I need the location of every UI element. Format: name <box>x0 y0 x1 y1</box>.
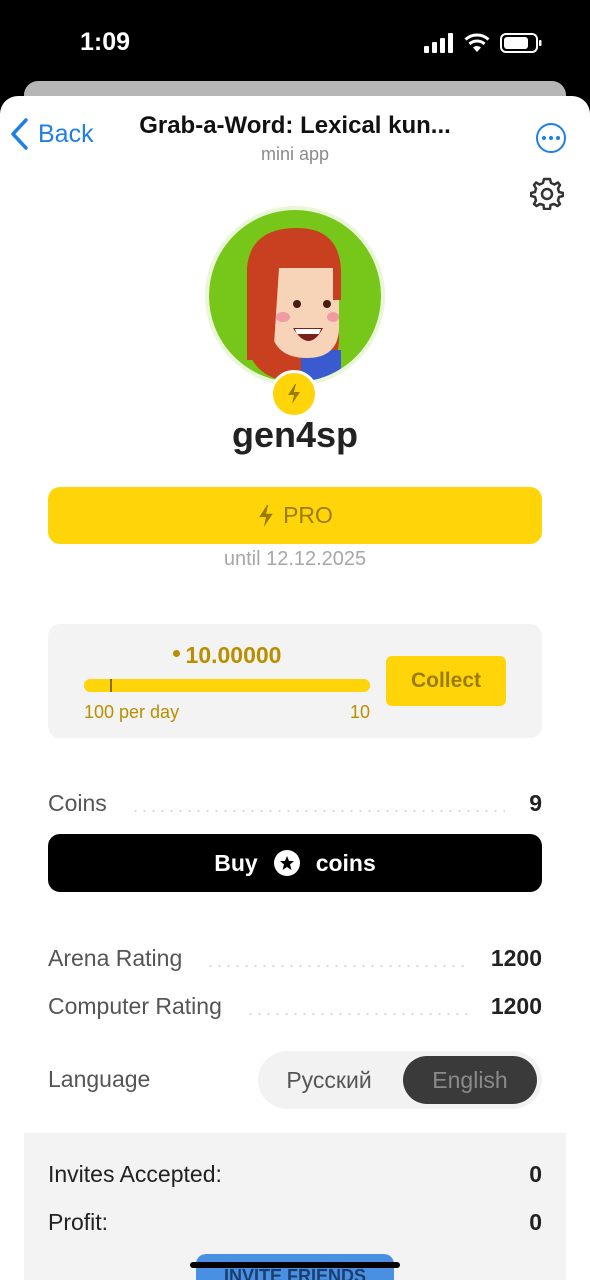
pro-button[interactable]: PRO <box>48 487 542 544</box>
back-label: Back <box>38 119 94 148</box>
buy-suffix: coins <box>315 849 376 876</box>
avatar <box>205 206 385 386</box>
coins-value: 9 <box>529 789 542 816</box>
pro-badge <box>270 370 318 418</box>
computer-rating-label: Computer Rating <box>48 992 222 1019</box>
pro-expiry: until 12.12.2025 <box>223 548 367 570</box>
mini-app-sheet: Back Grab-a-Word: Lexical kun... mini ap… <box>0 96 590 1280</box>
signal-icon <box>424 33 453 53</box>
invites-accepted-label: Invites Accepted: <box>48 1160 222 1187</box>
status-time: 1:09 <box>80 28 131 56</box>
energy-max: 10 <box>350 702 371 722</box>
energy-progress-bar <box>84 679 370 692</box>
profit-label: Profit: <box>48 1208 109 1235</box>
energy-progress-fill <box>84 679 370 692</box>
rating-row: Arena Rating 1200 <box>48 943 542 973</box>
settings-icon <box>529 177 565 211</box>
home-indicator[interactable] <box>190 1262 400 1268</box>
invites-accepted-value: 0 <box>529 1160 542 1187</box>
language-row: Language <box>48 1064 150 1094</box>
app-subtitle: mini app <box>260 144 330 164</box>
energy-dot-icon <box>172 650 180 658</box>
invites-accepted-row: Invites Accepted: 0 <box>48 1159 542 1189</box>
profit-row: Profit: 0 <box>48 1207 542 1237</box>
star-coin-icon <box>273 850 300 876</box>
username: gen4sp <box>231 414 359 455</box>
row-dots <box>245 1013 467 1015</box>
coins-row: Coins 9 <box>48 788 542 818</box>
battery-icon <box>500 33 542 53</box>
wifi-icon <box>464 33 490 52</box>
settings-button[interactable] <box>529 176 565 215</box>
more-button[interactable] <box>536 123 566 153</box>
chevron-left-icon <box>11 118 28 150</box>
back-button[interactable]: Back <box>10 118 94 150</box>
computer-rating-value: 1200 <box>490 992 542 1019</box>
language-label: Language <box>48 1065 151 1092</box>
energy-card: 10.00000 100 per day 10 Collect <box>48 624 542 738</box>
energy-rate: 100 per day <box>84 702 180 722</box>
lightning-icon <box>288 384 300 404</box>
status-icons <box>424 32 542 54</box>
arena-rating-value: 1200 <box>490 944 542 971</box>
profit-value: 0 <box>529 1208 542 1235</box>
avatar-illustration <box>247 228 341 380</box>
collect-button[interactable]: Collect <box>386 656 506 706</box>
rating-row: Computer Rating 1200 <box>48 991 542 1021</box>
arena-rating-label: Arena Rating <box>48 944 183 971</box>
coins-label: Coins <box>48 789 107 816</box>
energy-progress-marker <box>110 679 112 692</box>
row-dots <box>130 810 506 812</box>
buy-coins-button[interactable]: Buy coins <box>48 834 542 892</box>
pro-label: PRO <box>283 502 333 528</box>
energy-amount: 10.00000 <box>84 642 370 669</box>
buy-prefix: Buy <box>214 849 258 876</box>
more-icon <box>542 136 546 140</box>
lightning-icon <box>259 504 273 527</box>
language-option-english[interactable]: English <box>403 1056 537 1104</box>
row-dots <box>206 965 467 967</box>
app-title: Grab-a-Word: Lexical kun... <box>139 112 451 139</box>
status-bar: 1:09 <box>0 0 590 90</box>
language-toggle[interactable]: Русский English <box>258 1051 542 1109</box>
language-option-russian[interactable]: Русский <box>262 1056 396 1104</box>
